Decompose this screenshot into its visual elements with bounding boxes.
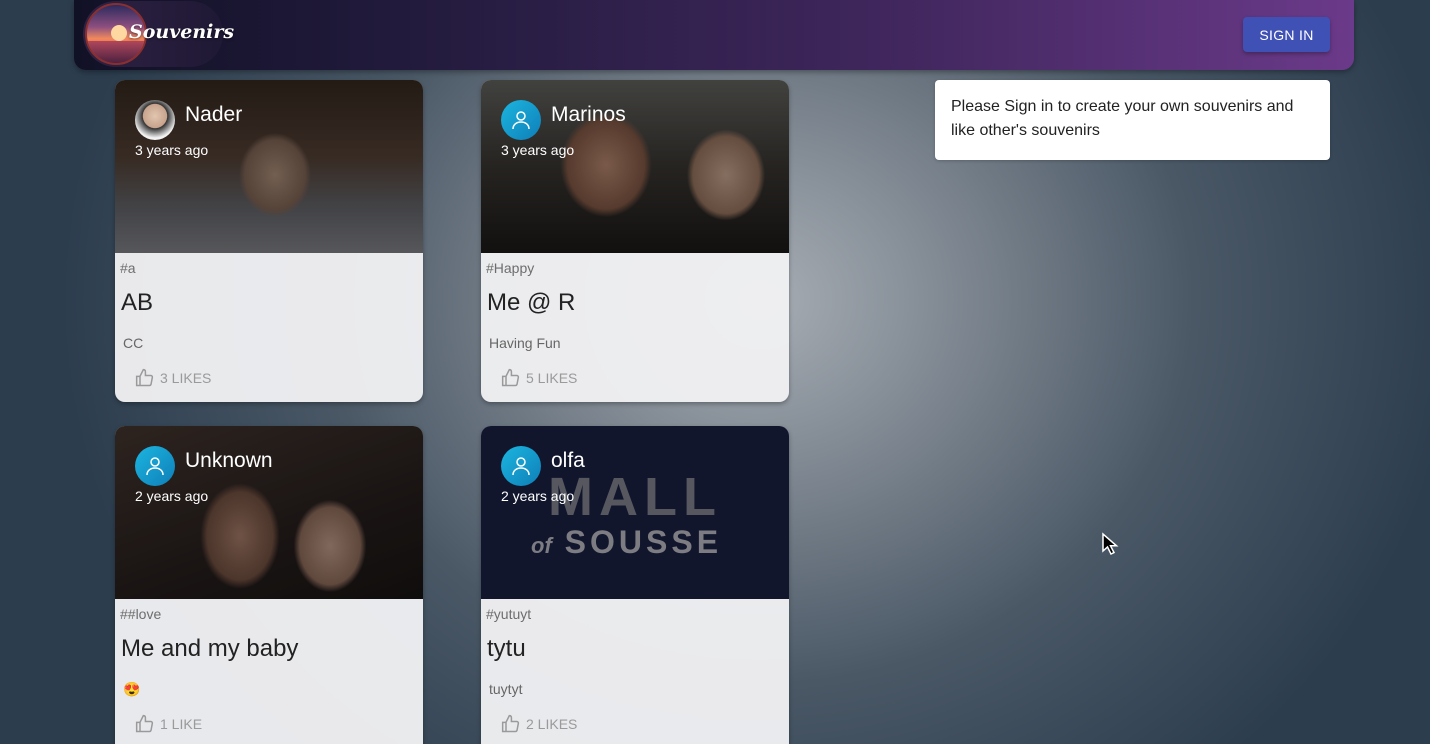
post-image: Unknown 2 years ago [115,426,423,599]
person-icon [512,111,530,130]
user-avatar [501,446,541,486]
thumb-up-icon [501,714,520,733]
brand-title: Souvenirs [129,21,235,43]
post-tags: ##love [120,606,162,622]
post-time: 3 years ago [135,142,209,158]
like-button[interactable]: 2 LIKES [501,714,577,734]
like-button[interactable]: 1 LIKE [135,714,202,734]
like-button[interactable]: 5 LIKES [501,368,577,388]
like-count: 1 LIKE [160,716,203,732]
post-card[interactable]: Marinos 3 years ago #Happy Me @ R Having… [481,80,789,402]
post-message: 😍 [123,681,141,697]
post-time: 3 years ago [501,142,575,158]
mouse-cursor-icon [1102,532,1119,556]
post-creator: olfa [551,449,585,472]
brand[interactable]: Souvenirs [83,1,234,67]
person-icon [146,457,164,476]
post-creator: Unknown [185,449,273,472]
post-image: Nader 3 years ago [115,80,423,253]
post-title: Me and my baby [121,635,299,662]
sign-in-button[interactable]: SIGN IN [1243,17,1330,52]
post-time: 2 years ago [501,488,575,504]
like-count: 2 LIKES [526,716,578,732]
post-tags: #yutuyt [486,606,532,622]
post-tags: #a [120,260,136,276]
post-title: tytu [487,635,526,662]
thumb-up-icon [501,368,520,387]
like-count: 3 LIKES [160,370,212,386]
app-bar: Souvenirs SIGN IN [74,0,1354,70]
user-avatar [135,100,175,140]
post-image: Marinos 3 years ago [481,80,789,253]
thumb-up-icon [135,368,154,387]
post-title: AB [121,289,154,316]
post-image: MALL of SOUSSE olfa 2 years ago [481,426,789,599]
user-avatar [135,446,175,486]
sign-in-prompt: Please Sign in to create your own souven… [935,80,1330,160]
like-count: 5 LIKES [526,370,578,386]
post-card[interactable]: MALL of SOUSSE olfa 2 years ago #yutuyt … [481,426,789,744]
post-title: Me @ R [487,289,576,316]
post-card[interactable]: Unknown 2 years ago ##love Me and my bab… [115,426,423,744]
post-time: 2 years ago [135,488,209,504]
post-message: tuytyt [489,681,523,697]
post-message: CC [123,335,144,351]
like-button[interactable]: 3 LIKES [135,368,211,388]
person-icon [512,457,530,476]
post-creator: Nader [185,103,243,126]
thumb-up-icon [135,714,154,733]
user-avatar [501,100,541,140]
post-message: Having Fun [489,335,561,351]
post-creator: Marinos [551,103,626,126]
post-tags: #Happy [486,260,535,276]
post-card[interactable]: Nader 3 years ago #a AB CC 3 LIKES [115,80,423,402]
